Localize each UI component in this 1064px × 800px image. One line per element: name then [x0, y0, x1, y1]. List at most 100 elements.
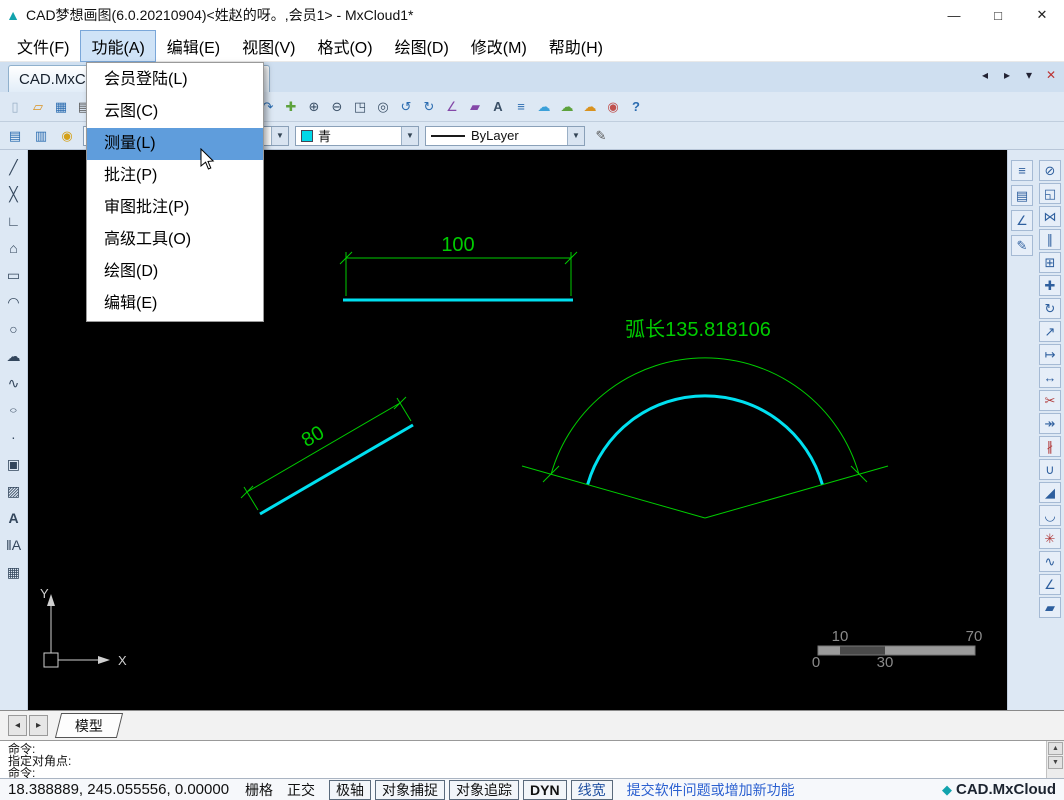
fillet-icon[interactable]: ◡	[1039, 505, 1061, 526]
tab-scroll-left-button[interactable]: ◂	[978, 68, 992, 82]
scroll-up-icon[interactable]: ▲	[1048, 742, 1063, 755]
revcloud-icon[interactable]: ☁	[3, 345, 25, 367]
arc-entity[interactable]	[586, 394, 824, 485]
menu-help[interactable]: 帮助(H)	[538, 30, 614, 62]
regen-icon[interactable]: ↻	[419, 97, 439, 117]
feedback-link[interactable]: 提交软件问题或增加新功能	[627, 780, 795, 800]
measure-area-icon[interactable]: ▰	[465, 97, 485, 117]
construction-line-icon[interactable]: ╳	[3, 183, 25, 205]
explode-icon[interactable]: ✳	[1039, 528, 1061, 549]
command-scrollbar[interactable]: ▲ ▼	[1046, 741, 1064, 778]
offset-icon[interactable]: ∥	[1039, 229, 1061, 250]
dropdown-item-measure[interactable]: 测量(L)	[87, 128, 263, 160]
status-ortho-toggle[interactable]: 正交	[287, 780, 315, 800]
dropdown-item-draw[interactable]: 绘图(D)	[87, 256, 263, 288]
edit-pencil-icon[interactable]: ✎	[1011, 235, 1033, 256]
chamfer-icon[interactable]: ◢	[1039, 482, 1061, 503]
extend-icon[interactable]: ↠	[1039, 413, 1061, 434]
minimize-button[interactable]: —	[932, 0, 976, 30]
pan-icon[interactable]: ✚	[281, 97, 301, 117]
lengthen-icon[interactable]: ↔	[1039, 367, 1061, 388]
point-icon[interactable]: ∙	[3, 426, 25, 448]
scroll-down-icon[interactable]: ▼	[1048, 756, 1063, 769]
menu-function[interactable]: 功能(A)	[80, 29, 156, 62]
properties-panel-icon[interactable]: ▤	[1011, 185, 1033, 206]
menu-file[interactable]: 文件(F)	[6, 30, 80, 62]
ellipse-icon[interactable]: ○	[3, 403, 25, 417]
polygon-icon[interactable]: ⌂	[3, 237, 25, 259]
status-osnap-button[interactable]: 对象捕捉	[375, 779, 446, 800]
stretch-icon[interactable]: ↦	[1039, 344, 1061, 365]
dropdown-item-edit[interactable]: 编辑(E)	[87, 288, 263, 320]
layout-scroll-left-button[interactable]: ◂	[8, 715, 27, 736]
tab-close-button[interactable]: ✕	[1044, 68, 1058, 82]
status-grid-toggle[interactable]: 栅格	[245, 780, 273, 800]
arc-icon[interactable]: ◠	[3, 291, 25, 313]
layer-manager-icon[interactable]: ▤	[5, 126, 25, 146]
hatch-icon[interactable]: ▦	[3, 561, 25, 583]
dropdown-item-cloud-drawing[interactable]: 云图(C)	[87, 96, 263, 128]
cloud-save-icon[interactable]: ☁	[534, 97, 554, 117]
measure-angle-icon[interactable]: ∠	[442, 97, 462, 117]
insert-block-icon[interactable]: ▣	[3, 453, 25, 475]
copy-object-icon[interactable]: ◱	[1039, 183, 1061, 204]
menu-edit[interactable]: 编辑(E)	[156, 30, 231, 62]
erase-icon[interactable]: ⊘	[1039, 160, 1061, 181]
pedit-icon[interactable]: ∿	[1039, 551, 1061, 572]
chevron-down-icon[interactable]: ▼	[271, 126, 288, 145]
zoom-in-icon[interactable]: ⊕	[304, 97, 324, 117]
text-icon[interactable]: A	[3, 507, 25, 529]
menu-modify[interactable]: 修改(M)	[460, 30, 538, 62]
rotate-icon[interactable]: ↻	[1039, 298, 1061, 319]
angled-line-entity[interactable]	[259, 423, 414, 516]
menu-draw[interactable]: 绘图(D)	[384, 30, 460, 62]
move-icon[interactable]: ✚	[1039, 275, 1061, 296]
dropdown-item-member-login[interactable]: 会员登陆(L)	[87, 64, 263, 96]
circle-icon[interactable]: ○	[3, 318, 25, 340]
chevron-down-icon[interactable]: ▼	[401, 126, 418, 145]
draw-order-icon[interactable]: ≡	[1011, 160, 1033, 181]
mirror-icon[interactable]: ⋈	[1039, 206, 1061, 227]
dropdown-item-annotate[interactable]: 批注(P)	[87, 160, 263, 192]
tab-model[interactable]: 模型	[54, 713, 124, 738]
close-button[interactable]: ✕	[1020, 0, 1064, 30]
distance-icon[interactable]: ∠	[1039, 574, 1061, 595]
lineweight-pencil-icon[interactable]: ✎	[591, 126, 611, 146]
status-dyn-button[interactable]: DYN	[523, 779, 567, 800]
linetype-combo[interactable]: ByLayer ▼	[425, 125, 585, 146]
rectangle-icon[interactable]: ▭	[3, 264, 25, 286]
layers-icon[interactable]: ≡	[511, 97, 531, 117]
tab-scroll-right-button[interactable]: ▸	[1000, 68, 1014, 82]
mtext-icon[interactable]: ‖A	[3, 534, 25, 556]
status-lineweight-button[interactable]: 线宽	[570, 779, 613, 800]
color-combo[interactable]: 青 ▼	[295, 125, 419, 146]
join-icon[interactable]: ∪	[1039, 459, 1061, 480]
status-polar-button[interactable]: 极轴	[329, 779, 372, 800]
layer-states-icon[interactable]: ▥	[31, 126, 51, 146]
line-icon[interactable]: ╱	[3, 156, 25, 178]
quick-measure-icon[interactable]: ∠	[1011, 210, 1033, 231]
zoom-out-icon[interactable]: ⊖	[327, 97, 347, 117]
polyline-icon[interactable]: ∟	[3, 210, 25, 232]
text-tool-icon[interactable]: A	[488, 97, 508, 117]
open-folder-icon[interactable]: ▱	[28, 97, 48, 117]
menu-format[interactable]: 格式(O)	[306, 30, 383, 62]
dropdown-item-review-annotate[interactable]: 审图批注(P)	[87, 192, 263, 224]
help-icon[interactable]: ?	[626, 97, 646, 117]
zoom-previous-icon[interactable]: ↺	[396, 97, 416, 117]
menu-view[interactable]: 视图(V)	[231, 30, 306, 62]
cloud-open-icon[interactable]: ☁	[557, 97, 577, 117]
area-icon[interactable]: ▰	[1039, 597, 1061, 618]
image-icon[interactable]: ▨	[3, 480, 25, 502]
status-otrack-button[interactable]: 对象追踪	[449, 779, 520, 800]
member-icon[interactable]: ◉	[603, 97, 623, 117]
array-icon[interactable]: ⊞	[1039, 252, 1061, 273]
command-line-area[interactable]: 命令: 指定对角点: 命令: ▲ ▼	[0, 740, 1064, 779]
zoom-extents-icon[interactable]: ◎	[373, 97, 393, 117]
maximize-button[interactable]: □	[976, 0, 1020, 30]
cloud-share-icon[interactable]: ☁	[580, 97, 600, 117]
tab-list-button[interactable]: ▾	[1022, 68, 1036, 82]
scale-icon[interactable]: ↗	[1039, 321, 1061, 342]
zoom-window-icon[interactable]: ◳	[350, 97, 370, 117]
spline-icon[interactable]: ∿	[3, 372, 25, 394]
